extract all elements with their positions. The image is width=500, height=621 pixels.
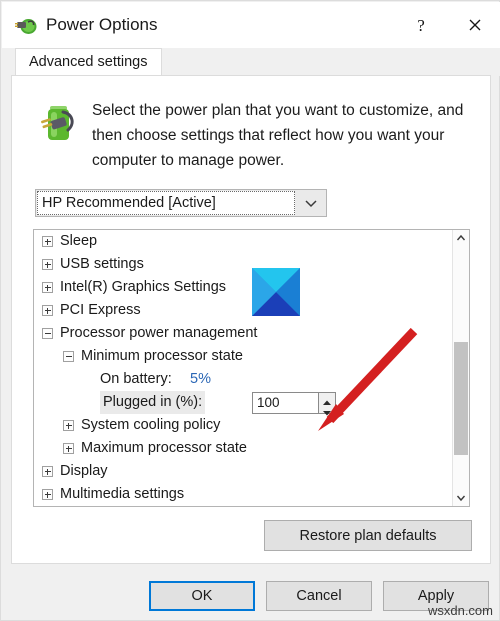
- power-options-window: Power Options ? Advanced settings Select…: [0, 0, 500, 621]
- title-bar: Power Options ?: [2, 2, 500, 48]
- tree-scrollbar[interactable]: [452, 230, 469, 506]
- expand-plus-icon[interactable]: [63, 420, 74, 431]
- chevron-up-icon[interactable]: [453, 230, 469, 247]
- window-title: Power Options: [46, 15, 158, 34]
- expand-plus-icon[interactable]: [63, 443, 74, 454]
- tree-item-label: Intel(R) Graphics Settings: [60, 279, 227, 295]
- on-battery-value[interactable]: 5%: [190, 368, 211, 391]
- tree-row[interactable]: System cooling policy: [34, 414, 452, 437]
- chevron-down-icon[interactable]: [453, 489, 469, 506]
- ok-button[interactable]: OK: [149, 581, 255, 611]
- watermark: wsxdn.com: [427, 603, 493, 618]
- tree-row[interactable]: PCI Express: [34, 299, 452, 322]
- spinner-buttons[interactable]: [318, 392, 336, 416]
- spinner-down-icon[interactable]: [319, 403, 335, 416]
- question-mark-icon: ?: [417, 16, 425, 35]
- tree-row[interactable]: Sleep: [34, 230, 452, 253]
- close-button[interactable]: [452, 3, 498, 48]
- tree-item-label: USB settings: [60, 256, 144, 272]
- tree-row[interactable]: Intel(R) Graphics Settings: [34, 268, 452, 316]
- tree-item-label: Display: [60, 463, 108, 479]
- tree-row-plugged-in[interactable]: Plugged in (%): 100: [34, 391, 452, 416]
- tree-item-label: PCI Express: [60, 302, 141, 318]
- chevron-down-icon[interactable]: [296, 190, 326, 216]
- tree-row-on-battery[interactable]: On battery: 5%: [34, 368, 452, 391]
- plugged-in-spinner[interactable]: 100: [252, 392, 336, 416]
- tab-advanced-settings[interactable]: Advanced settings: [15, 48, 162, 76]
- expand-plus-icon[interactable]: [42, 489, 53, 500]
- tree-row[interactable]: USB settings: [34, 253, 452, 276]
- collapse-minus-icon[interactable]: [42, 328, 53, 339]
- cancel-button[interactable]: Cancel: [266, 581, 372, 611]
- battery-plug-icon: [35, 98, 83, 146]
- expand-plus-icon[interactable]: [42, 259, 53, 270]
- plugged-in-value[interactable]: 100: [257, 393, 280, 413]
- expand-plus-icon[interactable]: [42, 282, 53, 293]
- tree-row[interactable]: Processor power management: [34, 322, 452, 345]
- tree-item-label: System cooling policy: [81, 417, 221, 433]
- tab-strip: Advanced settings: [2, 48, 500, 76]
- power-plan-select[interactable]: HP Recommended [Active]: [35, 189, 327, 217]
- panel-description: Select the power plan that you want to c…: [92, 102, 464, 169]
- advanced-settings-panel: Select the power plan that you want to c…: [11, 75, 491, 564]
- power-plan-value[interactable]: HP Recommended [Active]: [37, 191, 295, 215]
- help-button[interactable]: ?: [398, 3, 444, 48]
- on-battery-label: On battery:: [100, 371, 172, 387]
- power-plug-battery-icon: [15, 13, 39, 37]
- tree-row[interactable]: Multimedia settings: [34, 483, 452, 506]
- expand-plus-icon[interactable]: [42, 466, 53, 477]
- close-icon: [469, 19, 481, 31]
- tree-scroll-area: Sleep USB settings Intel(R) Graphics Set…: [34, 230, 452, 506]
- expand-plus-icon[interactable]: [42, 305, 53, 316]
- settings-tree[interactable]: Sleep USB settings Intel(R) Graphics Set…: [33, 229, 470, 507]
- tree-item-label: Minimum processor state: [81, 348, 243, 364]
- tree-item-label: Multimedia settings: [60, 486, 185, 502]
- tree-item-label: Sleep: [60, 233, 98, 249]
- tree-row[interactable]: Minimum processor state: [34, 345, 452, 368]
- restore-plan-defaults-button[interactable]: Restore plan defaults: [264, 520, 472, 551]
- spinner-up-icon[interactable]: [319, 393, 335, 405]
- tree-row[interactable]: Maximum processor state: [34, 437, 452, 460]
- expand-plus-icon[interactable]: [42, 236, 53, 247]
- scrollbar-thumb[interactable]: [454, 342, 468, 455]
- tree-item-label: Processor power management: [60, 325, 258, 341]
- collapse-minus-icon[interactable]: [63, 351, 74, 362]
- plugged-in-label: Plugged in (%):: [100, 391, 206, 414]
- tree-item-label: Maximum processor state: [81, 440, 247, 456]
- tree-row[interactable]: Display: [34, 460, 452, 483]
